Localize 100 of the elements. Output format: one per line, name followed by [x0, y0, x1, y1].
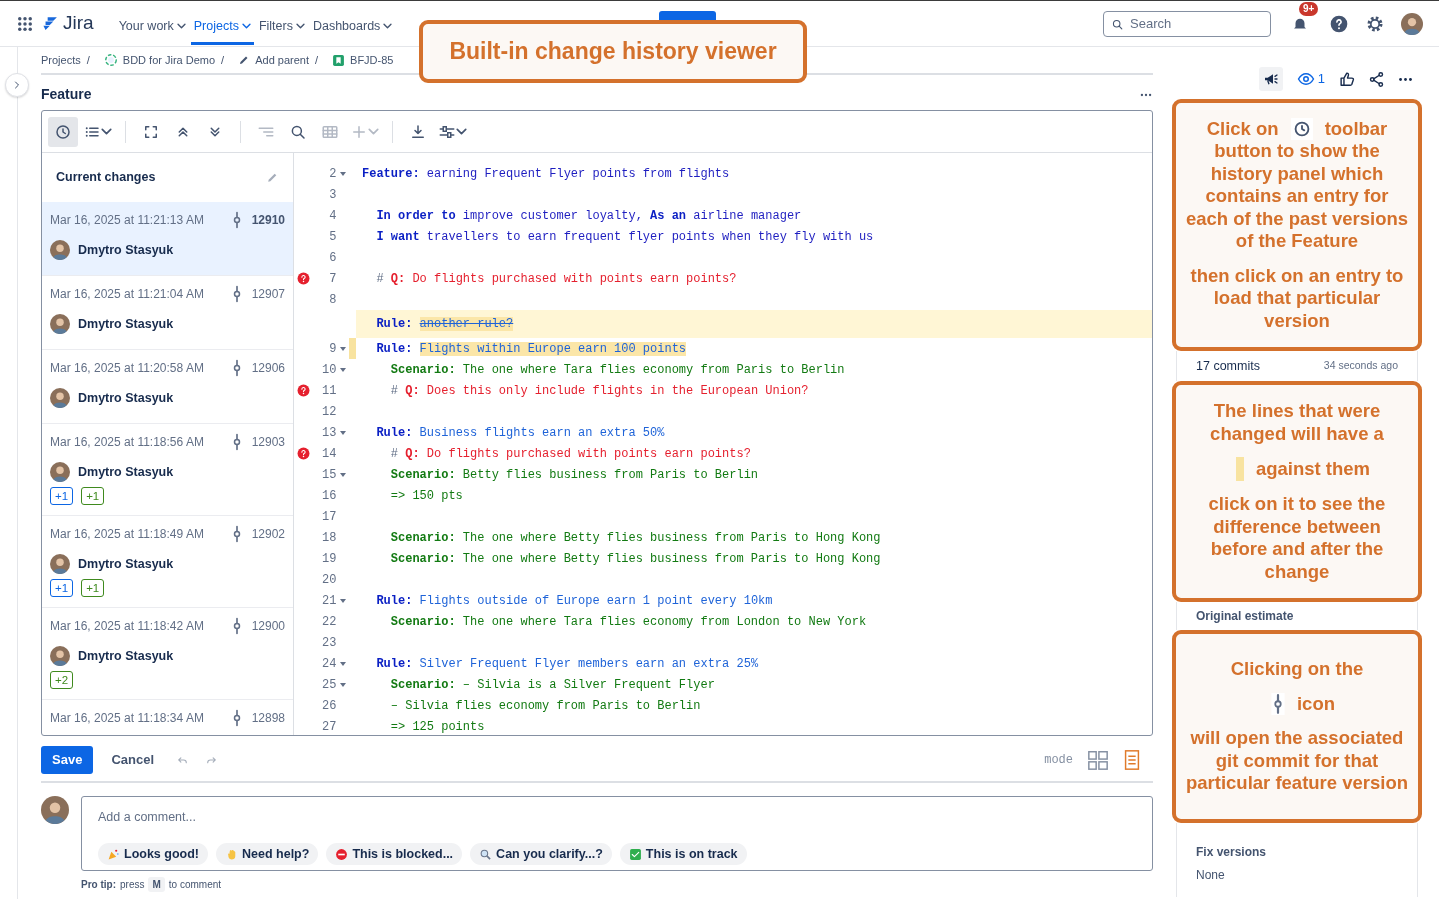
- app-switcher-icon[interactable]: [16, 14, 34, 33]
- nav-tab[interactable]: Dashboards: [309, 10, 396, 45]
- chevron-down-icon: [295, 23, 305, 29]
- feedback-button[interactable]: [1258, 67, 1283, 91]
- line-number: 4: [328, 207, 337, 225]
- line-number: 11: [321, 382, 337, 400]
- nav-tab[interactable]: Your work: [115, 10, 189, 45]
- code-line: # Q: Does this only include flights in the European Union?: [389, 382, 809, 400]
- fold-icon[interactable]: [339, 367, 346, 372]
- code-line: Rule: Flights within Europe earn 100 points: [375, 340, 687, 358]
- code-line: Scenario: The one where Tara flies economy from Paris to Berlin: [389, 361, 845, 379]
- quick-reply-button[interactable]: Looks good!: [98, 843, 208, 865]
- author-name: Dmytro Stasyuk: [78, 389, 174, 407]
- history-entry[interactable]: Mar 16, 2025 at 11:18:56 AM 12903 Dmytro Stasyuk +1 +1: [42, 424, 293, 516]
- entry-date: Mar 16, 2025 at 11:18:49 AM: [50, 526, 204, 543]
- party-icon: [107, 847, 120, 861]
- chevron-down-icon: [101, 128, 112, 135]
- callout-text: Built-in change history viewer: [449, 37, 777, 67]
- breadcrumb-separator: /: [221, 52, 225, 68]
- commit-icon[interactable]: [231, 709, 242, 727]
- line-number: 21: [321, 592, 337, 610]
- history-entry[interactable]: Mar 16, 2025 at 11:18:49 AM 12902 Dmytro Stasyuk +1 +1: [42, 516, 293, 608]
- fold-icon[interactable]: [339, 346, 346, 351]
- clock-icon: [1290, 118, 1313, 140]
- cancel-button[interactable]: Cancel: [101, 746, 164, 774]
- callout-text: against them: [1255, 457, 1371, 481]
- entry-date: Mar 16, 2025 at 11:21:13 AM: [50, 212, 204, 229]
- breadcrumb-link[interactable]: BDD for Jira Demo: [103, 51, 216, 69]
- line-number: 6: [328, 249, 337, 267]
- search-icon: [1111, 17, 1124, 31]
- commit-number: 12898: [251, 710, 285, 727]
- field-label: Fix versions: [1196, 844, 1268, 861]
- fold-icon[interactable]: [339, 472, 346, 477]
- nav-tab[interactable]: Filters: [255, 10, 308, 45]
- code-line: Rule: Flights outside of Europe earn 1 point every 10km: [375, 592, 773, 610]
- history-entry[interactable]: Mar 16, 2025 at 11:18:34 AM 12898: [42, 700, 293, 735]
- save-button[interactable]: Save: [41, 746, 94, 774]
- fold-icon[interactable]: [339, 661, 346, 666]
- callout-text: click on it to see the difference between before and after the change: [1207, 493, 1387, 583]
- line-number: 20: [321, 571, 337, 589]
- breadcrumb-link[interactable]: BFJD-85: [332, 51, 394, 69]
- commit-icon[interactable]: [231, 211, 242, 229]
- avatar: [50, 240, 70, 260]
- code-line: => 125 points: [389, 718, 485, 735]
- history-entry[interactable]: Mar 16, 2025 at 11:21:04 AM 12907 Dmytro Stasyuk: [42, 276, 293, 350]
- callout-text: will open the associated git commit for that particular feature version: [1184, 727, 1410, 795]
- line-number: 10: [321, 361, 337, 379]
- commit-number: 12900: [251, 618, 285, 635]
- change-marker[interactable]: [348, 338, 356, 359]
- code-line: Scenario: Betty flies business from Paris to Berlin: [389, 466, 759, 484]
- code-line: Rule: Business flights earn an extra 50%: [375, 424, 665, 442]
- question-icon[interactable]: [297, 447, 311, 460]
- author-name: Dmytro Stasyuk: [78, 463, 174, 481]
- commit-icon[interactable]: [231, 617, 242, 635]
- commit-icon[interactable]: [231, 525, 242, 543]
- share-icon[interactable]: [1368, 70, 1385, 88]
- change-count: +1: [81, 487, 105, 505]
- commit-icon[interactable]: [231, 285, 242, 303]
- line-number: 18: [321, 529, 337, 547]
- quick-reply-button[interactable]: Need help?: [216, 843, 319, 865]
- change-count: +1: [50, 579, 74, 597]
- fold-icon[interactable]: [339, 430, 346, 435]
- fold-icon[interactable]: [339, 682, 346, 687]
- toolbar-button[interactable]: [48, 116, 78, 147]
- search-field[interactable]: Search: [1103, 10, 1271, 37]
- avatar[interactable]: [1401, 12, 1423, 35]
- fold-icon[interactable]: [339, 598, 346, 603]
- commit-icon[interactable]: [231, 433, 242, 451]
- avatar: [50, 554, 70, 574]
- entry-date: Mar 16, 2025 at 11:20:58 AM: [50, 360, 204, 377]
- quick-reply-button[interactable]: This is on track: [619, 843, 747, 865]
- commit-time: 34 seconds ago: [1323, 358, 1398, 374]
- question-icon[interactable]: [297, 384, 311, 397]
- thumbs-up-icon[interactable]: [1339, 70, 1356, 88]
- code-line: Scenario: The one where Betty flies business from Paris to Hong Kong: [389, 529, 881, 547]
- line-number: 9: [328, 340, 337, 358]
- commit-icon[interactable]: [231, 359, 242, 377]
- callout-text: then click on an entry to load that particular version: [1189, 264, 1405, 333]
- tip-label: Pro tip:: [81, 878, 116, 892]
- layout-grid-icon: [1087, 749, 1109, 771]
- breadcrumb-link[interactable]: Projects: [41, 51, 81, 69]
- fold-icon[interactable]: [339, 171, 346, 176]
- history-entry[interactable]: Mar 16, 2025 at 11:20:58 AM 12906 Dmytro Stasyuk: [42, 350, 293, 424]
- help-icon[interactable]: [1329, 13, 1349, 34]
- commit-number: 12906: [251, 360, 285, 377]
- quick-reply-button[interactable]: This is blocked...: [326, 843, 463, 865]
- nav-tab[interactable]: Projects: [190, 10, 254, 45]
- entry-date: Mar 16, 2025 at 11:18:56 AM: [50, 434, 204, 451]
- quick-reply-button[interactable]: Can you clarify...?: [470, 843, 612, 865]
- story-icon: [332, 53, 346, 67]
- no-entry-icon: [335, 847, 349, 861]
- line-number: 16: [321, 487, 337, 505]
- commit-count: 17 commits: [1196, 357, 1260, 375]
- breadcrumb-link[interactable]: Add parent: [238, 51, 309, 69]
- change-count: +1: [81, 579, 105, 597]
- question-icon[interactable]: [297, 272, 311, 285]
- watch-button[interactable]: 1: [1294, 67, 1327, 91]
- history-entry[interactable]: Mar 16, 2025 at 11:21:13 AM 12910 Dmytro Stasyuk: [42, 202, 293, 276]
- line-number: 22: [321, 613, 337, 631]
- history-entry[interactable]: Mar 16, 2025 at 11:18:42 AM 12900 Dmytro Stasyuk +2: [42, 608, 293, 700]
